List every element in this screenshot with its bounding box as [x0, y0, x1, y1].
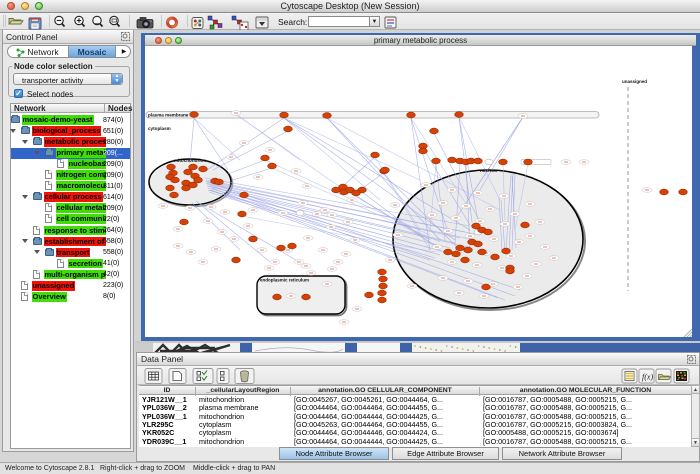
svg-text:endoplasmic reticulum: endoplasmic reticulum: [260, 278, 309, 283]
svg-text:nucleus: nucleus: [480, 168, 498, 173]
svg-text:cytoplasm: cytoplasm: [148, 126, 171, 131]
svg-text:unassigned: unassigned: [622, 79, 647, 84]
svg-text:plasma membrane: plasma membrane: [148, 113, 189, 118]
svg-text:f(x): f(x): [642, 373, 653, 382]
svg-text:mitochondrion: mitochondrion: [174, 158, 206, 163]
